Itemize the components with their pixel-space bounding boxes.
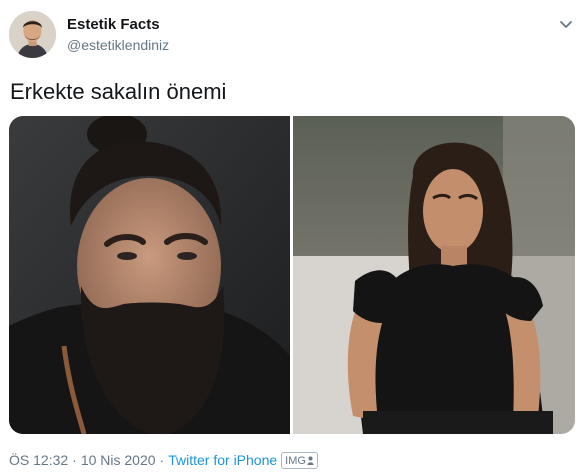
photo-clean-shaven-man[interactable] [293,116,575,434]
author-display-name[interactable]: Estetik Facts [67,16,169,34]
tweet-time[interactable]: ÖS 12:32 [9,452,68,468]
author-block[interactable]: Estetik Facts @estetiklendiniz [67,16,169,54]
image-badge-label: IMG [285,455,306,467]
avatar-image [9,11,56,58]
tweet-media [9,116,575,434]
meta-separator: · [72,452,77,468]
tweet-text: Erkekte sakalın önemi [10,79,227,104]
avatar[interactable] [9,11,56,58]
tweet-meta: ÖS 12:32 · 10 Nis 2020 · Twitter for iPhone I… [9,452,318,469]
tweet-date[interactable]: 10 Nis 2020 [81,452,156,468]
person-silhouette-icon [307,456,314,465]
tweet-source-link[interactable]: Twitter for iPhone [168,452,277,468]
photo-bearded-man[interactable] [9,116,290,434]
author-handle[interactable]: @estetiklendiniz [67,36,169,54]
tweet: Estetik Facts @estetiklendiniz Erkekte s… [0,0,585,475]
image-badge: IMG [281,452,318,469]
chevron-down-icon[interactable] [556,14,576,34]
meta-separator-2: · [159,452,165,468]
